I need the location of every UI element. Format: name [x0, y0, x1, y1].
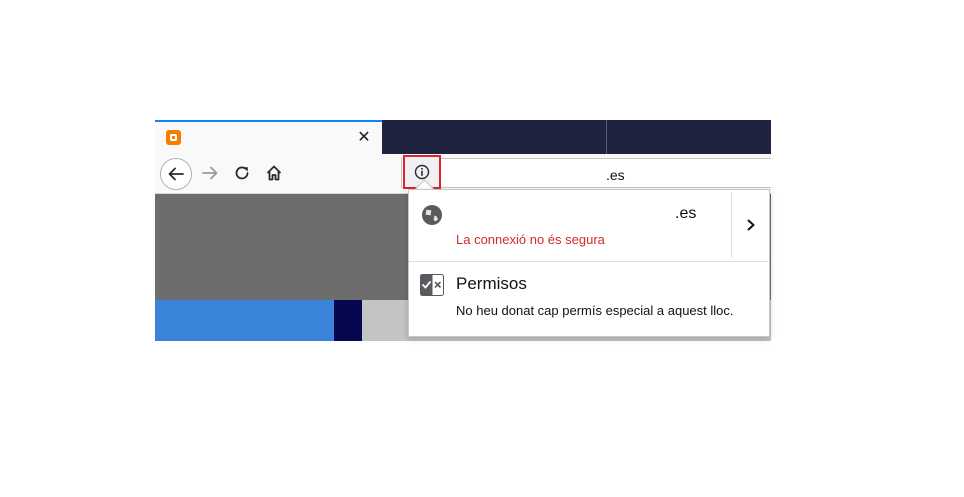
connection-status: La connexió no és segura: [456, 232, 605, 247]
chevron-right-icon: [747, 219, 755, 231]
expand-connection-button[interactable]: [731, 192, 770, 258]
tab-strip: ✕: [155, 120, 771, 154]
forward-arrow-icon: [202, 166, 218, 180]
back-button[interactable]: [160, 158, 192, 190]
globe-icon: [422, 205, 442, 225]
tab-separator: [606, 120, 607, 154]
permissions-icon: [420, 274, 444, 296]
permissions-title: Permisos: [456, 274, 527, 293]
host-label: .es: [675, 205, 697, 222]
reload-icon: [235, 166, 249, 180]
forward-button[interactable]: [197, 160, 223, 186]
tab-active[interactable]: ✕: [155, 120, 382, 154]
page-content-navy-block: [334, 300, 362, 341]
back-arrow-icon: [168, 167, 184, 181]
popup-divider: [409, 261, 769, 262]
reload-button[interactable]: [229, 160, 255, 186]
url-bar[interactable]: [401, 158, 771, 188]
page-content-blue-block: [155, 300, 334, 341]
connection-section[interactable]: .es La connexió no és segura: [409, 190, 731, 260]
site-identity-popup: .es La connexió no és segura Permisos No…: [408, 189, 770, 337]
url-text[interactable]: .es: [606, 167, 625, 183]
home-button[interactable]: [261, 160, 287, 186]
permissions-description: No heu donat cap permís especial a aques…: [456, 303, 734, 318]
info-icon: [414, 164, 430, 180]
tab-close-button[interactable]: ✕: [353, 127, 375, 149]
blogger-icon: [166, 130, 181, 145]
nav-bar: .es: [155, 154, 771, 194]
home-icon: [266, 165, 282, 181]
